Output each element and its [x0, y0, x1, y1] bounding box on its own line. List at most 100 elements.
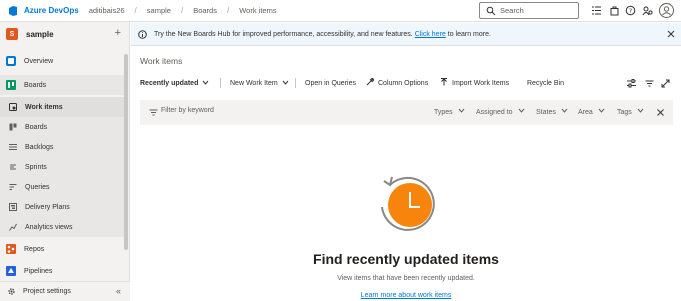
open-in-queries-label: Open in Queries — [305, 79, 356, 87]
chevron-down-icon — [202, 79, 209, 88]
toolbar-divider — [295, 78, 296, 88]
sidebar-item-repos[interactable]: Repos — [0, 239, 124, 259]
marketplace-bag-icon[interactable] — [609, 5, 620, 16]
sidebar-scrollbar[interactable] — [124, 54, 128, 250]
import-work-items-label: Import Work Items — [452, 79, 510, 87]
filter-icon — [149, 108, 158, 119]
sidebar-item-analytics-views[interactable]: Analytics views — [0, 217, 124, 237]
area-filter-dropdown[interactable]: Area — [578, 107, 605, 116]
sidebar-item-label: Boards — [25, 123, 48, 131]
sidebar-item-backlogs[interactable]: Backlogs — [0, 137, 124, 157]
sidebar-item-overview[interactable]: Overview — [0, 51, 124, 71]
close-filter-icon[interactable] — [657, 109, 664, 118]
keyword-filter-input[interactable]: Filter by keyword — [161, 107, 214, 114]
breadcrumb-organization[interactable]: aditibais26 — [89, 6, 125, 15]
chevron-down-icon — [561, 108, 568, 113]
import-work-items-button[interactable]: Import Work Items — [440, 75, 509, 91]
project-badge: S — [6, 28, 18, 40]
assigned-to-filter-label: Assigned to — [476, 109, 513, 116]
types-filter-dropdown[interactable]: Types — [434, 107, 465, 116]
filter-bar: Filter by keyword Types Assigned to Stat… — [140, 100, 673, 125]
project-header[interactable]: S sample + — [0, 22, 129, 46]
collapse-sidebar-button[interactable]: « — [116, 286, 121, 296]
empty-state-subtitle: View items that have been recently updat… — [337, 275, 475, 282]
banner-text-after: to learn more. — [447, 30, 491, 38]
sidebar: S sample + Overview Boards Work items Bo… — [0, 22, 130, 301]
breadcrumb-project[interactable]: sample — [147, 6, 171, 15]
new-boards-hub-banner: Try the New Boards Hub for improved perf… — [131, 23, 681, 46]
breadcrumb-separator: / — [226, 6, 230, 15]
sidebar-item-work-items[interactable]: Work items — [0, 97, 124, 117]
new-work-item-button[interactable]: New Work Item — [230, 75, 289, 91]
column-options-icon — [366, 77, 375, 88]
open-in-queries-button[interactable]: Open in Queries — [305, 75, 356, 91]
sidebar-item-sprints[interactable]: Sprints — [0, 157, 124, 177]
recycle-bin-label: Recycle Bin — [527, 79, 564, 87]
board-icon — [9, 123, 17, 131]
sidebar-item-queries[interactable]: Queries — [0, 177, 124, 197]
project-settings-label: Project settings — [23, 288, 71, 295]
overview-icon — [5, 55, 17, 67]
breadcrumb-boards[interactable]: Boards — [193, 6, 217, 15]
azure-devops-logo-icon[interactable] — [6, 5, 18, 17]
sidebar-item-boards[interactable]: Boards — [0, 75, 124, 95]
tags-filter-label: Tags — [617, 109, 632, 116]
learn-more-link[interactable]: Learn more about work items — [131, 292, 681, 299]
view-select-dropdown[interactable]: Recently updated — [140, 75, 209, 91]
sprints-icon — [9, 163, 17, 171]
breadcrumb-work-items[interactable]: Work items — [239, 6, 276, 15]
project-name: sample — [26, 29, 54, 39]
column-options-button[interactable]: Column Options — [366, 75, 428, 91]
new-work-item-label: New Work Item — [230, 79, 278, 87]
sidebar-item-label: Analytics views — [25, 223, 73, 231]
assigned-to-filter-dropdown[interactable]: Assigned to — [476, 107, 525, 116]
chevron-down-icon — [518, 108, 524, 113]
search-icon — [486, 6, 496, 15]
states-filter-dropdown[interactable]: States — [536, 107, 568, 116]
sidebar-item-boards-sub[interactable]: Boards — [0, 117, 124, 137]
svg-text:?: ? — [629, 8, 632, 15]
add-button[interactable]: + — [115, 27, 121, 39]
close-icon[interactable] — [667, 30, 675, 38]
sidebar-item-label: Work items — [25, 103, 63, 111]
upload-icon — [440, 78, 448, 88]
work-items-icon — [9, 103, 17, 111]
area-filter-label: Area — [578, 109, 593, 116]
boards-icon — [5, 79, 17, 91]
recent-clock-icon — [381, 176, 435, 231]
recycle-bin-button[interactable]: Recycle Bin — [527, 75, 564, 91]
filter-icon[interactable] — [645, 79, 654, 90]
column-options-label: Column Options — [378, 79, 429, 87]
sidebar-item-pipelines[interactable]: Pipelines — [0, 263, 124, 279]
chevron-down-icon — [598, 108, 605, 113]
breadcrumb-separator: / — [180, 6, 184, 15]
analytics-icon — [9, 223, 17, 231]
avatar[interactable] — [659, 3, 674, 18]
tags-filter-dropdown[interactable]: Tags — [617, 107, 644, 116]
empty-state-title: Find recently updated items — [313, 251, 499, 267]
sidebar-item-label: Overview — [24, 57, 54, 65]
help-icon[interactable]: ? — [625, 5, 636, 16]
sidebar-item-label: Pipelines — [24, 267, 53, 275]
banner-link[interactable]: Click here — [415, 31, 446, 38]
project-settings[interactable]: Project settings « — [0, 281, 130, 301]
sidebar-item-label: Sprints — [25, 163, 47, 171]
expand-icon[interactable] — [661, 79, 670, 90]
queries-icon — [9, 183, 17, 191]
info-icon — [138, 29, 147, 39]
types-filter-label: Types — [434, 109, 453, 116]
chevron-down-icon — [458, 108, 465, 113]
search-box[interactable]: Search — [479, 2, 579, 19]
work-items-toolbar: Recently updated New Work Item Open in Q… — [140, 75, 675, 91]
view-select-label: Recently updated — [140, 79, 199, 87]
view-options-icon[interactable] — [627, 79, 636, 90]
page-title: Work items — [140, 56, 183, 66]
gear-icon — [7, 287, 16, 296]
user-settings-icon[interactable] — [642, 5, 653, 16]
pipelines-icon — [5, 265, 17, 277]
states-filter-label: States — [536, 109, 556, 116]
repos-icon — [5, 243, 17, 255]
task-list-icon[interactable] — [591, 5, 602, 16]
sidebar-item-delivery-plans[interactable]: Delivery Plans — [0, 197, 124, 217]
brand-link[interactable]: Azure DevOps — [24, 6, 79, 15]
